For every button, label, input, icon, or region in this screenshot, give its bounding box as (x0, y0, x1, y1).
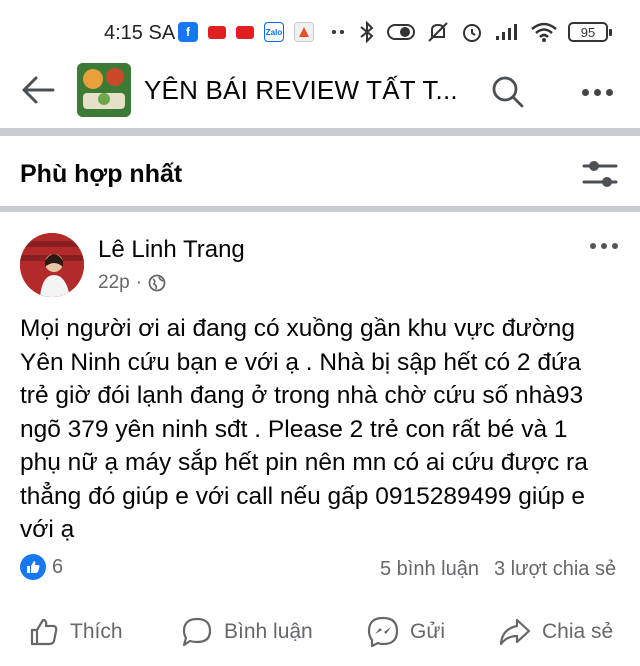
send-button-label: Gửi (410, 620, 446, 643)
youtube-icon (208, 25, 226, 39)
more-options-button[interactable] (572, 72, 622, 112)
more-dots-icon (601, 243, 607, 249)
search-button[interactable] (488, 72, 528, 112)
more-notifications-icon (332, 30, 344, 34)
more-dots-icon (593, 88, 601, 96)
like-reaction-icon (20, 554, 46, 580)
battery-indicator: 95 (568, 22, 612, 42)
post-options-button[interactable] (590, 236, 630, 256)
messenger-icon (367, 616, 399, 648)
back-button[interactable] (18, 70, 58, 110)
like-button-label: Thích (70, 620, 123, 643)
post-card: Lê Linh Trang 22p · Mọi người ơi ai đang… (0, 212, 640, 666)
avatar-image (20, 233, 84, 297)
share-count[interactable]: 3 lượt chia sẻ (494, 558, 616, 581)
post-time[interactable]: 22p (98, 272, 130, 294)
comment-button[interactable]: Bình luận (180, 612, 313, 652)
author-avatar[interactable] (20, 233, 84, 297)
status-bar: 4:15 SA f Zalo 95 (0, 0, 640, 56)
section-divider (0, 128, 640, 136)
mute-icon (428, 22, 448, 42)
youtube-icon (236, 25, 254, 39)
share-button-label: Chia sẻ (542, 620, 614, 643)
signal-icon (496, 24, 517, 40)
send-button[interactable]: Gửi (366, 612, 445, 652)
reaction-summary[interactable]: 6 (20, 554, 63, 580)
post-text-line: Mọi người ơi ai đang có xuồng gần khu vự… (20, 315, 576, 342)
post-text-line: trẻ giờ đói lạnh đang ở trong nhà chờ cứ… (20, 382, 584, 409)
thumbs-up-icon (27, 561, 40, 573)
more-dots-icon (581, 88, 589, 96)
back-arrow-icon (22, 76, 55, 104)
system-icons: 95 (330, 20, 612, 44)
group-cover-thumbnail[interactable] (77, 63, 131, 117)
post-text-line: phụ nữ ạ máy sắp hết pin nên mn có ai cứ… (20, 449, 588, 476)
like-button[interactable]: Thích (28, 612, 123, 652)
sort-bar: Phù hợp nhất (0, 138, 640, 208)
notification-icons: f Zalo (178, 22, 314, 42)
wifi-icon (531, 22, 557, 42)
toggle-icon (387, 24, 415, 40)
comment-bubble-icon (182, 617, 212, 647)
filter-button[interactable] (580, 156, 620, 192)
zalo-icon: Zalo (264, 22, 284, 42)
author-name[interactable]: Lê Linh Trang (98, 236, 245, 264)
more-dots-icon (612, 243, 618, 249)
group-title[interactable]: YÊN BÁI REVIEW TẤT T... (144, 75, 458, 106)
more-dots-icon (605, 88, 613, 96)
filter-sliders-icon (582, 161, 618, 187)
like-count: 6 (52, 555, 64, 578)
group-cover-image (77, 63, 131, 117)
post-text-line: thẳng đó giúp e với call nếu gấp 0915289… (20, 482, 586, 510)
search-icon (492, 76, 524, 108)
globe-icon (148, 274, 166, 292)
status-time: 4:15 SA (104, 22, 176, 44)
post-text-line: Yên Ninh cứu bạn e với ạ . Nhà bị sập hế… (20, 348, 581, 376)
app-icon (294, 22, 314, 42)
post-text-line: với ạ (20, 516, 75, 543)
post-meta: 22p · (98, 272, 166, 294)
thumbs-up-outline-icon (30, 618, 58, 646)
sort-label[interactable]: Phù hợp nhất (20, 160, 182, 189)
meta-separator: · (135, 272, 143, 293)
post-text: Mọi người ơi ai đang có xuồng gần khu vự… (20, 312, 632, 547)
share-arrow-icon (499, 618, 531, 646)
group-header: YÊN BÁI REVIEW TẤT T... (0, 56, 640, 126)
bluetooth-icon (360, 21, 374, 43)
post-text-line: ngõ 379 yên ninh sđt . Please 2 trẻ con … (20, 415, 568, 443)
more-dots-icon (590, 243, 596, 249)
alarm-icon (463, 24, 481, 42)
facebook-icon: f (178, 22, 198, 42)
post-action-bar: Thích Bình luận Gửi Chia sẻ (0, 612, 640, 656)
share-button[interactable]: Chia sẻ (498, 612, 613, 652)
comment-count[interactable]: 5 bình luận (380, 558, 479, 581)
comment-button-label: Bình luận (224, 620, 313, 643)
